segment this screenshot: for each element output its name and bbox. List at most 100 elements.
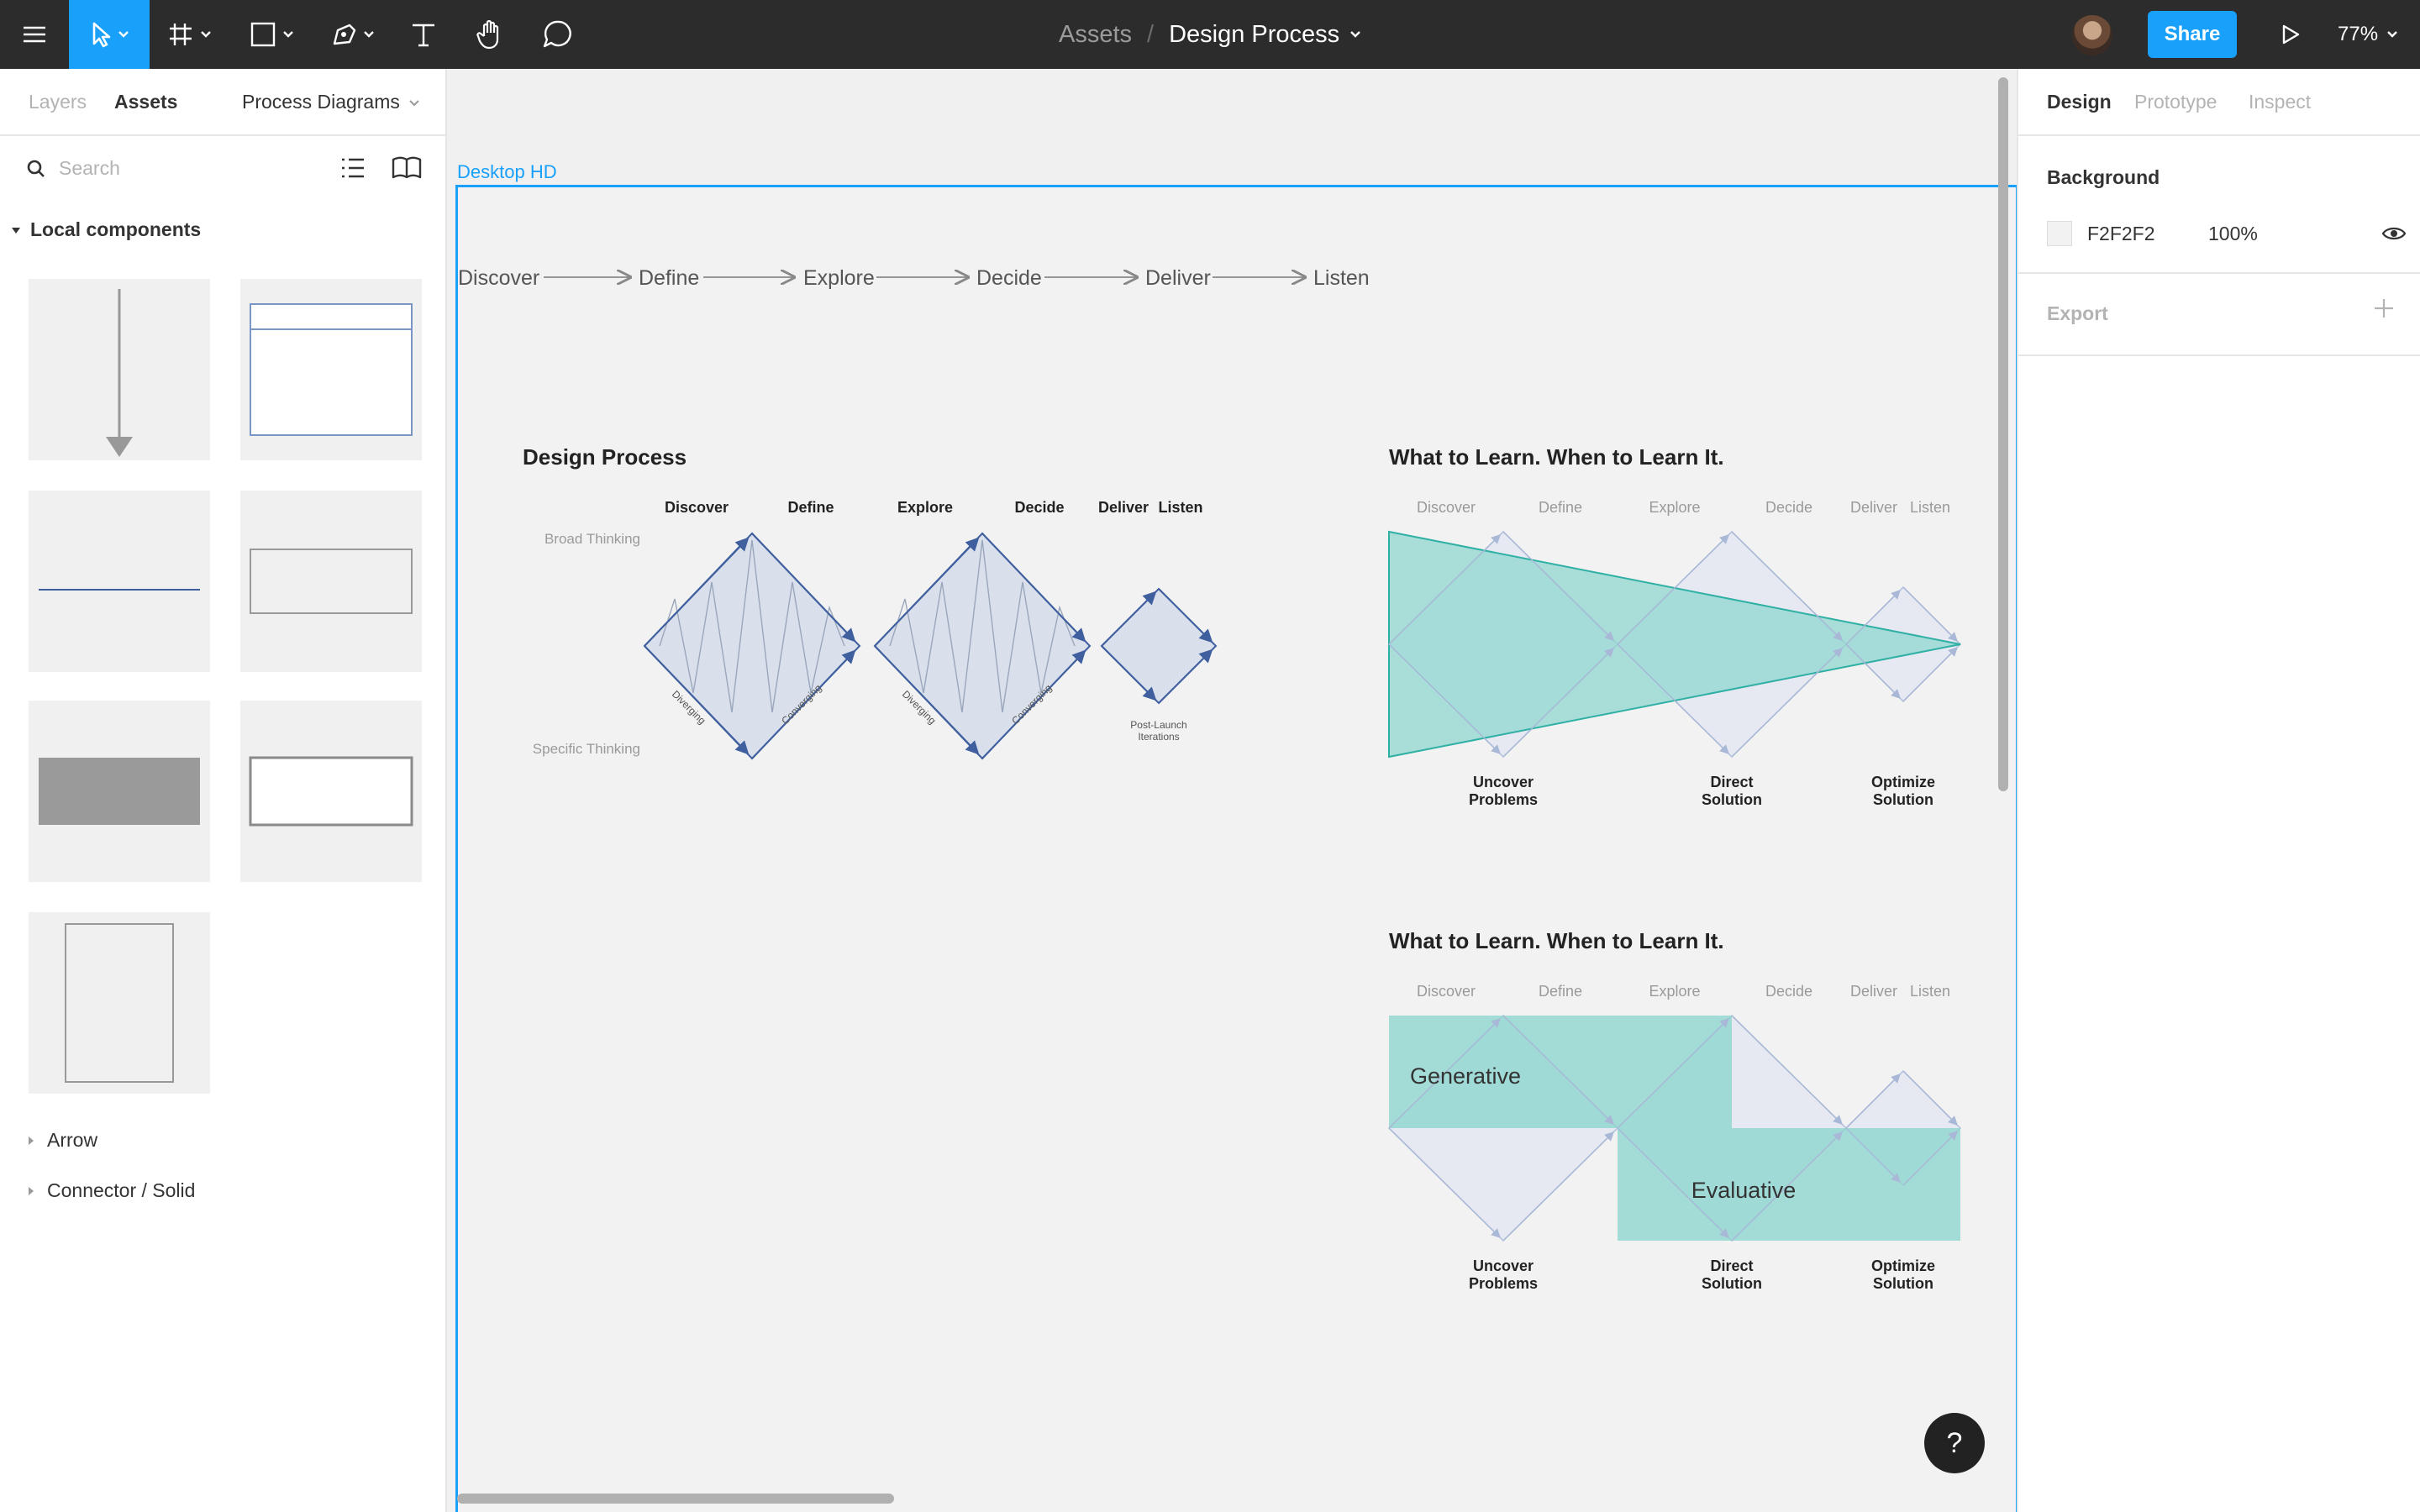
component-thumbnail-portrait-frame[interactable] [29,912,210,1094]
what-to-learn-generative-evaluative-diagram[interactable]: What to Learn. When to Learn It. Discove… [1387,928,1962,1292]
comment-tool-button[interactable] [539,0,576,69]
window-frame-icon [250,303,413,436]
phase-label: Decide [1765,499,1812,516]
frame-label[interactable]: Desktop HD [457,161,557,183]
toolbar: Assets / Design Process Share 77% [0,0,2420,69]
hand-icon [476,19,499,50]
main-menu-button[interactable] [0,0,69,69]
process-flow: Discover Define Explore Decide Deliver L… [458,266,1370,290]
diagram-title: What to Learn. When to Learn It. [1389,444,1724,470]
asset-search [25,157,311,180]
phase-label: Define [1539,983,1582,1000]
text-tool-button[interactable] [407,0,440,69]
breadcrumb: Assets / Design Process [1059,0,1365,69]
export-section-title: Export [2047,302,2108,324]
outcome-label: Solution [1873,1275,1933,1292]
chevron-down-icon[interactable] [1346,25,1365,44]
outcome-label: Uncover [1473,1257,1534,1274]
page-set-dropdown[interactable]: Process Diagrams [242,91,422,113]
section-divider [2018,354,2420,356]
desktop-hd-frame[interactable]: Discover Define Explore Decide Deliver L… [455,185,2017,1512]
tab-prototype[interactable]: Prototype [2134,91,2217,113]
component-thumbnail-filled-rectangle[interactable] [29,701,210,882]
background-section-title: Background [2047,166,2160,188]
breadcrumb-file-name[interactable]: Design Process [1169,21,1339,49]
eye-icon[interactable] [2381,223,2407,244]
play-icon [2282,24,2300,45]
comment-bubble-icon [543,20,571,48]
list-view-button[interactable] [338,153,368,183]
team-library-button[interactable] [390,153,424,183]
component-thumbnail-arrow-down[interactable] [29,279,210,460]
tab-layers[interactable]: Layers [29,91,87,113]
page-set-label: Process Diagrams [242,91,400,113]
diamond-explore-decide [873,532,1092,760]
left-panel: Layers Assets Process Diagrams Local com… [0,69,447,1512]
caret-down-icon [12,227,20,234]
asset-group-connector-solid[interactable]: Connector / Solid [27,1179,195,1202]
phase-label: Deliver [1850,983,1897,1000]
help-button[interactable]: ? [1924,1413,1985,1473]
outcome-label: Solution [1873,791,1933,808]
local-components-header[interactable]: Local components [10,218,201,241]
tab-design[interactable]: Design [2047,91,2112,113]
arrow-down-icon [106,289,133,457]
component-thumbnail-white-box[interactable] [240,701,422,882]
share-button[interactable]: Share [2148,11,2237,58]
phase-label: Discover [1417,499,1476,516]
diamond-discover-define [643,532,861,760]
flow-step: Explore [803,266,875,290]
asset-group-arrow[interactable]: Arrow [27,1129,97,1152]
diagram-title: What to Learn. When to Learn It. [1389,928,1724,953]
outcome-label: Solution [1702,791,1762,808]
canvas[interactable]: Desktop HD Discover Define Explore Decid… [447,69,2017,1512]
post-launch-label: Post-Launch [1130,719,1186,731]
component-thumbnail-window[interactable] [240,279,422,460]
phase-label: Decide [1014,499,1064,516]
present-button[interactable] [2269,0,2311,69]
flow-step: Define [639,266,699,290]
component-thumbnail-line[interactable] [29,491,210,672]
cursor-arrow-icon [92,22,129,48]
phase-label: Deliver [1850,499,1897,516]
plus-icon[interactable] [2371,296,2396,321]
tab-assets[interactable]: Assets [114,91,177,113]
axis-label-top: Broad Thinking [544,531,640,547]
pen-tool-button[interactable] [328,0,387,69]
design-process-diagram[interactable]: Design Process Discover Define Explore D… [523,444,1218,760]
search-input[interactable] [59,157,311,180]
chevron-down-icon [409,99,419,106]
learning-funnel [1388,530,1961,759]
what-to-learn-funnel-diagram[interactable]: What to Learn. When to Learn It. Discove… [1387,444,1962,808]
phase-label: Discover [665,499,729,516]
user-avatar[interactable] [2072,15,2112,55]
outcome-label: Direct [1710,1257,1753,1274]
breadcrumb-project[interactable]: Assets [1059,21,1132,49]
frame-tool-button[interactable] [165,0,224,69]
background-opacity-value[interactable]: 100% [2208,223,2258,245]
phase-label: Deliver [1098,499,1149,516]
zoom-dropdown[interactable]: 77% [2338,0,2402,69]
move-tool-button[interactable] [69,0,150,69]
background-color-swatch[interactable] [2047,221,2072,246]
vertical-scrollbar[interactable] [1998,77,2008,791]
diamond-deliver-listen [1100,587,1218,705]
axis-label-bottom: Specific Thinking [533,741,640,757]
shape-tool-button[interactable] [247,0,306,69]
rectangle-outline-icon [250,549,413,614]
tab-inspect[interactable]: Inspect [2249,91,2311,113]
generative-label: Generative [1410,1063,1521,1089]
outcome-label: Solution [1702,1275,1762,1292]
component-thumbnail-rectangle-outline[interactable] [240,491,422,672]
flow-step: Listen [1313,266,1370,290]
hand-tool-button[interactable] [472,0,509,69]
background-hex-value[interactable]: F2F2F2 [2087,223,2208,245]
right-panel-tabs: Design Prototype Inspect [2018,69,2420,136]
breadcrumb-separator: / [1147,20,1155,48]
search-icon [27,160,45,177]
left-panel-tabs: Layers Assets Process Diagrams [0,69,445,136]
filled-rectangle-icon [39,758,200,825]
horizontal-scrollbar[interactable] [457,1494,894,1504]
phase-label: Explore [897,499,953,516]
phase-label: Define [787,499,834,516]
